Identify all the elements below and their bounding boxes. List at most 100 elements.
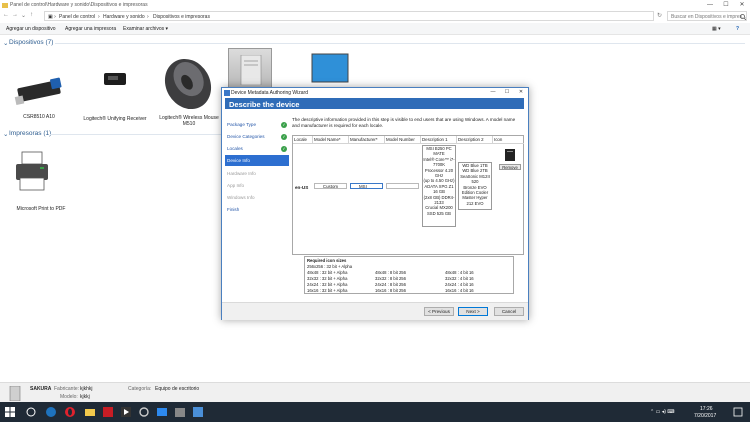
model-number-input[interactable]	[386, 183, 419, 189]
device-wireless-mouse[interactable]: Logitech® Wireless Mouse M510	[156, 52, 222, 130]
details-name: SAKURA	[30, 386, 52, 392]
address-bar: ← → ⌄ ↑ ▣ › Panel de control › Hardware …	[0, 10, 750, 23]
nav-step-hardware-info: Hardware Info	[225, 168, 289, 179]
wizard-minimize-button[interactable]: —	[486, 88, 500, 97]
add-printer-button[interactable]: Agregar una impresora	[65, 26, 116, 32]
manufacturer-input[interactable]: MSI	[350, 183, 383, 189]
icon-size-cell: 48x48 : 32 bit + Alpha	[307, 270, 348, 275]
breadcrumb-item[interactable]: Hardware y sonido	[103, 14, 145, 20]
wizard-titlebar: Device Metadata Authoring Wizard — ☐ ✕	[222, 88, 528, 97]
browse-files-button[interactable]: Examinar archivos ▾	[123, 26, 168, 32]
edge-icon[interactable]	[45, 406, 57, 418]
opera-icon[interactable]	[64, 406, 76, 418]
column-header-manufacturer[interactable]: Manufacturer*	[349, 136, 385, 144]
next-button[interactable]: Next >	[458, 307, 488, 316]
wizard-taskbar-icon[interactable]	[192, 406, 204, 418]
column-header-description-2[interactable]: Description 2	[457, 136, 493, 144]
wizard-step-nav: Package Type ✓ Device Categories ✓ Locales…	[225, 119, 289, 294]
nav-step-device-categories[interactable]: Device Categories ✓	[225, 131, 289, 142]
remove-icon-button[interactable]: Remove	[499, 164, 521, 170]
breadcrumb-item[interactable]: Panel de control	[59, 14, 95, 20]
devices-group-toggle[interactable]: ⌄	[3, 39, 8, 47]
cancel-button[interactable]: Cancel	[494, 307, 524, 316]
description-1-line: ADATA XPG Z1 16 GB	[424, 183, 454, 195]
wizard-header: Describe the device	[225, 98, 524, 109]
icon-size-cell: 256x256 : 32 bit + Alpha	[307, 264, 353, 269]
description-2-line: 212 EVO	[466, 200, 484, 206]
windows-start-icon[interactable]	[4, 406, 16, 418]
netflix-icon[interactable]	[102, 406, 114, 418]
usb-receiver-icon	[104, 73, 126, 85]
file-explorer-icon[interactable]	[84, 406, 96, 418]
group-divider	[55, 43, 745, 44]
nav-step-locales[interactable]: Locales ✓	[225, 143, 289, 154]
search-icon	[740, 14, 746, 20]
media-player-icon[interactable]	[120, 406, 132, 418]
tray-time[interactable]: 17:26	[700, 406, 713, 412]
back-icon[interactable]: ←	[3, 12, 9, 18]
help-icon[interactable]: ?	[736, 26, 739, 32]
nav-step-label: Device Info	[227, 158, 250, 163]
metadata-wizard-dialog: Device Metadata Authoring Wizard — ☐ ✕ D…	[221, 87, 529, 320]
minimize-button[interactable]: —	[702, 0, 718, 10]
cortana-icon[interactable]	[25, 406, 37, 418]
icon-size-cell: 24x24 : 8 bit 256	[375, 282, 406, 287]
tray-icons[interactable]: ⌃ ▭ ◂) ⌨	[650, 409, 674, 415]
model-name-input[interactable]: Custom	[314, 183, 347, 189]
add-device-button[interactable]: Agregar un dispositivo	[6, 26, 55, 32]
chevron-down-icon[interactable]: ⌄	[21, 12, 26, 19]
icon-size-cell: 16x16 : 8 bit 256	[375, 288, 406, 293]
refresh-icon[interactable]: ↻	[657, 12, 662, 19]
check-icon: ✓	[281, 133, 287, 140]
icon-size-cell: 48x48 : 4 bit 16	[445, 270, 474, 275]
column-header-model-number[interactable]: Model Number	[385, 136, 421, 144]
printer-label: Microsoft Print to PDF	[16, 206, 66, 212]
wizard-close-button[interactable]: ✕	[514, 88, 528, 97]
address-field[interactable]: ▣ › Panel de control › Hardware y sonido…	[44, 11, 654, 21]
search-input[interactable]: Buscar en Dispositivos e impres...	[667, 11, 747, 21]
tray-date[interactable]: 7/20/2017	[694, 413, 716, 419]
up-icon[interactable]: ↑	[30, 12, 33, 18]
nav-step-package-type[interactable]: Package Type ✓	[225, 119, 289, 130]
column-header-locale[interactable]: Locale	[293, 136, 313, 144]
close-button[interactable]: ✕	[734, 0, 750, 10]
wizard-window-title: Device Metadata Authoring Wizard	[231, 89, 308, 96]
command-bar: Agregar un dispositivo Agregar una impre…	[0, 23, 750, 35]
explorer-window-title: Panel de control\Hardware y sonido\Dispo…	[10, 2, 148, 8]
breadcrumb-separator: ›	[147, 14, 149, 20]
column-header-description-1[interactable]: Description 1	[421, 136, 457, 144]
wizard-footer: < Previous Next > Cancel	[222, 302, 528, 320]
nav-step-finish[interactable]: Finish	[225, 204, 289, 215]
photos-icon[interactable]	[156, 406, 168, 418]
device-computer[interactable]	[228, 48, 272, 88]
breadcrumb-item[interactable]: Dispositivos e impresoras	[153, 14, 210, 20]
description-1-textarea[interactable]: MSI B250 PC MATE Intel® Core™ i7-7700K P…	[422, 145, 456, 227]
wizard-maximize-button[interactable]: ☐	[500, 88, 514, 97]
maximize-button[interactable]: ☐	[718, 0, 734, 10]
device-unifying-receiver[interactable]: Logitech® Unifying Receiver	[80, 70, 150, 122]
column-header-model-name[interactable]: Model Name*	[313, 136, 349, 144]
column-header-icon[interactable]: Icon	[493, 136, 524, 144]
device-csr8510[interactable]: CSR8510 A10	[8, 72, 70, 122]
details-manufacturer-label: Fabricante:	[54, 386, 80, 392]
details-pane: SAKURA Fabricante: kjkhkj Modelo: kjkkj …	[0, 382, 750, 402]
icon-sizes-title: Required icon sizes	[307, 258, 347, 263]
printer-microsoft-pdf[interactable]: Microsoft Print to PDF	[10, 150, 72, 214]
description-2-textarea[interactable]: WD Blue 1TB WD Blue 2TB SeaSonic M12II 5…	[458, 162, 492, 210]
notification-icon[interactable]	[732, 406, 744, 418]
settings-icon[interactable]	[138, 406, 150, 418]
folder-icon	[2, 3, 8, 8]
printers-group-title: Impresoras (1)	[9, 130, 52, 137]
nav-step-label: Device Categories	[227, 134, 265, 139]
printers-group-toggle[interactable]: ⌄	[3, 130, 8, 138]
store-icon[interactable]	[174, 406, 186, 418]
nav-step-device-info[interactable]: Device Info	[225, 155, 289, 166]
icon-size-cell: 16x16 : 32 bit + Alpha	[307, 288, 348, 293]
forward-icon[interactable]: →	[12, 12, 18, 18]
icon-size-cell: 16x16 : 4 bit 16	[445, 288, 474, 293]
device-monitor[interactable]	[310, 52, 350, 86]
view-options-icon[interactable]: ▦ ▾	[712, 26, 721, 32]
icon-size-cell: 32x32 : 4 bit 16	[445, 276, 474, 281]
previous-button[interactable]: < Previous	[424, 307, 454, 316]
computer-tower-icon[interactable]	[503, 148, 517, 162]
